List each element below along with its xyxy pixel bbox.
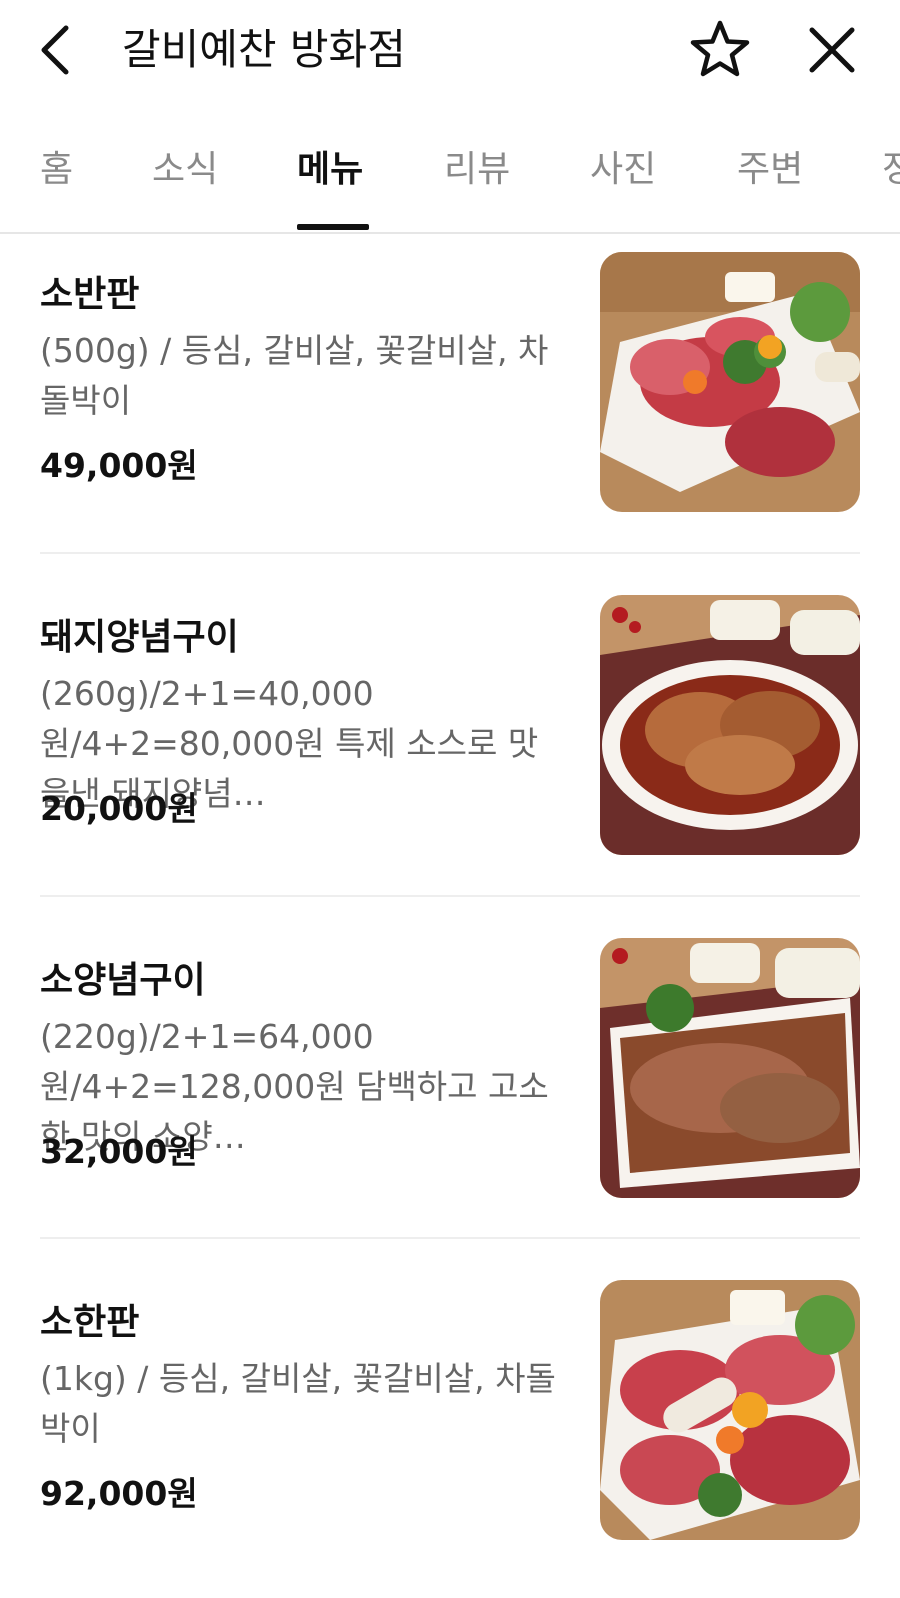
menu-item-price: 32,000원 xyxy=(40,1132,198,1171)
tab-info[interactable]: 정 xyxy=(882,146,900,194)
menu-item-price: 92,000원 xyxy=(40,1474,198,1513)
menu-item-photo[interactable] xyxy=(600,1280,860,1540)
tab-bar: 홈 소식 메뉴 리뷰 사진 주변 정 xyxy=(0,120,900,234)
tab-home[interactable]: 홈 xyxy=(40,146,73,194)
tab-news[interactable]: 소식 xyxy=(152,146,218,194)
back-button[interactable] xyxy=(28,18,88,82)
menu-item-photo[interactable] xyxy=(600,938,860,1198)
menu-item[interactable]: 돼지양념구이 (260g)/2+1=40,000원/4+2=80,000원 특제… xyxy=(0,595,900,913)
close-icon xyxy=(809,27,855,73)
tab-photos[interactable]: 사진 xyxy=(590,146,656,194)
menu-item-description: (1kg) / 등심, 갈비살, 꽃갈비살, 차돌박이 xyxy=(40,1359,556,1448)
divider xyxy=(40,1237,860,1239)
menu-item-name: 소양념구이 xyxy=(40,960,206,1001)
active-tab-indicator xyxy=(297,224,369,230)
menu-item-description: (500g) / 등심, 갈비살, 꽃갈비살, 차돌박이 xyxy=(40,331,549,420)
menu-item-name: 소반판 xyxy=(40,274,140,315)
divider xyxy=(40,895,860,897)
top-app-bar: 갈비예찬 방화점 xyxy=(0,0,900,110)
menu-item-price: 49,000원 xyxy=(40,446,198,485)
menu-item-name: 소한판 xyxy=(40,1302,140,1343)
tab-reviews[interactable]: 리뷰 xyxy=(444,146,510,194)
menu-item-price: 20,000원 xyxy=(40,789,198,828)
menu-item-photo[interactable] xyxy=(600,252,860,512)
close-button[interactable] xyxy=(800,18,864,82)
chevron-left-icon xyxy=(41,25,69,75)
menu-item[interactable]: 소양념구이 (220g)/2+1=64,000원/4+2=128,000원 담백… xyxy=(0,938,900,1256)
favorite-button[interactable] xyxy=(686,16,754,84)
menu-item[interactable]: 소반판 (500g) / 등심, 갈비살, 꽃갈비살, 차돌박이 49,000원 xyxy=(0,252,900,570)
divider xyxy=(40,552,860,554)
menu-item-photo[interactable] xyxy=(600,595,860,855)
page-title: 갈비예찬 방화점 xyxy=(122,25,406,74)
menu-item[interactable]: 소한판 (1kg) / 등심, 갈비살, 꽃갈비살, 차돌박이 92,000원 xyxy=(0,1280,900,1598)
tab-menu[interactable]: 메뉴 xyxy=(297,146,363,194)
tab-nearby[interactable]: 주변 xyxy=(737,146,803,194)
menu-item-name: 돼지양념구이 xyxy=(40,617,239,658)
star-outline-icon xyxy=(690,20,750,77)
